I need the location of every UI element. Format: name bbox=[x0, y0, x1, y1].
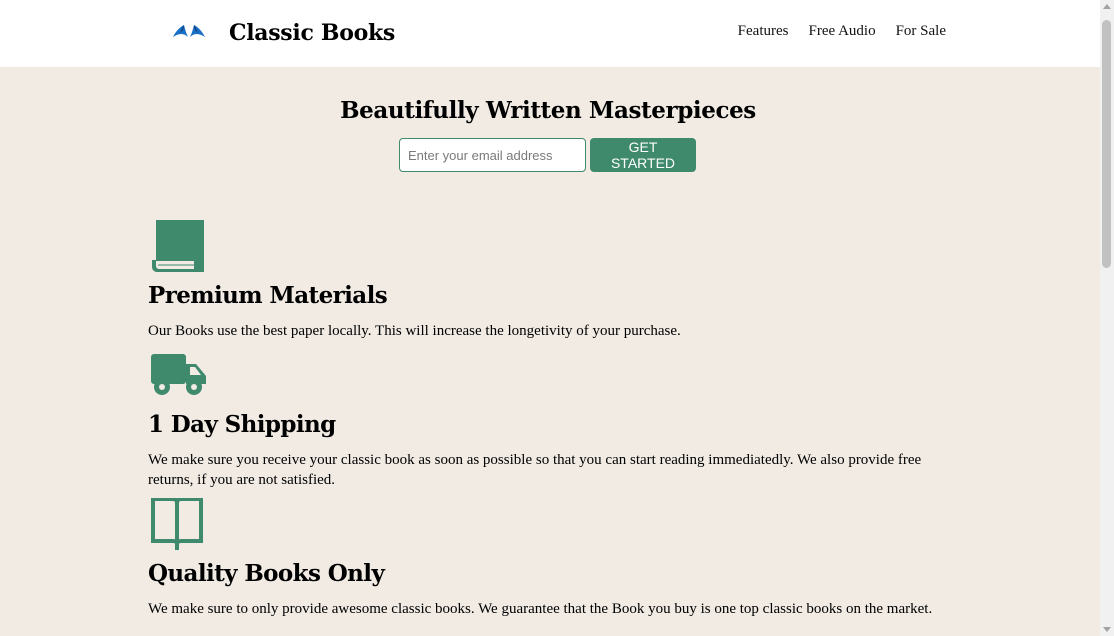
page: Classic Books Features Free Audio For Sa… bbox=[0, 0, 1114, 636]
feature-text: We make sure to only provide awesome cla… bbox=[148, 601, 933, 617]
truck-icon bbox=[148, 352, 208, 403]
scrollbar-thumb[interactable] bbox=[1102, 20, 1111, 268]
brand[interactable]: Classic Books bbox=[166, 10, 395, 56]
get-started-button[interactable]: GET STARTED bbox=[590, 138, 696, 172]
feature-title: Premium Materials bbox=[148, 282, 388, 309]
site-header: Classic Books Features Free Audio For Sa… bbox=[0, 0, 1100, 67]
blue-wings-logo-icon bbox=[166, 10, 212, 56]
scroll-up-arrow-icon[interactable] bbox=[1103, 4, 1111, 9]
hero-title: Beautifully Written Masterpieces bbox=[340, 97, 756, 124]
main-nav: Features Free Audio For Sale bbox=[738, 23, 946, 40]
feature-title: Quality Books Only bbox=[148, 560, 385, 587]
nav-link-free-audio[interactable]: Free Audio bbox=[809, 23, 876, 40]
nav-link-for-sale[interactable]: For Sale bbox=[896, 23, 946, 40]
vertical-scrollbar[interactable] bbox=[1100, 0, 1114, 636]
scroll-down-arrow-icon[interactable] bbox=[1103, 627, 1111, 632]
nav-link-features[interactable]: Features bbox=[738, 23, 789, 40]
feature-text: Our Books use the best paper locally. Th… bbox=[148, 323, 681, 339]
open-book-icon bbox=[148, 497, 206, 556]
book-icon bbox=[148, 220, 206, 278]
feature-text: We make sure you receive your classic bo… bbox=[148, 452, 922, 488]
signup-form: GET STARTED bbox=[399, 138, 696, 172]
brand-name: Classic Books bbox=[229, 20, 395, 46]
email-input[interactable] bbox=[399, 138, 586, 172]
feature-title: 1 Day Shipping bbox=[148, 411, 336, 438]
